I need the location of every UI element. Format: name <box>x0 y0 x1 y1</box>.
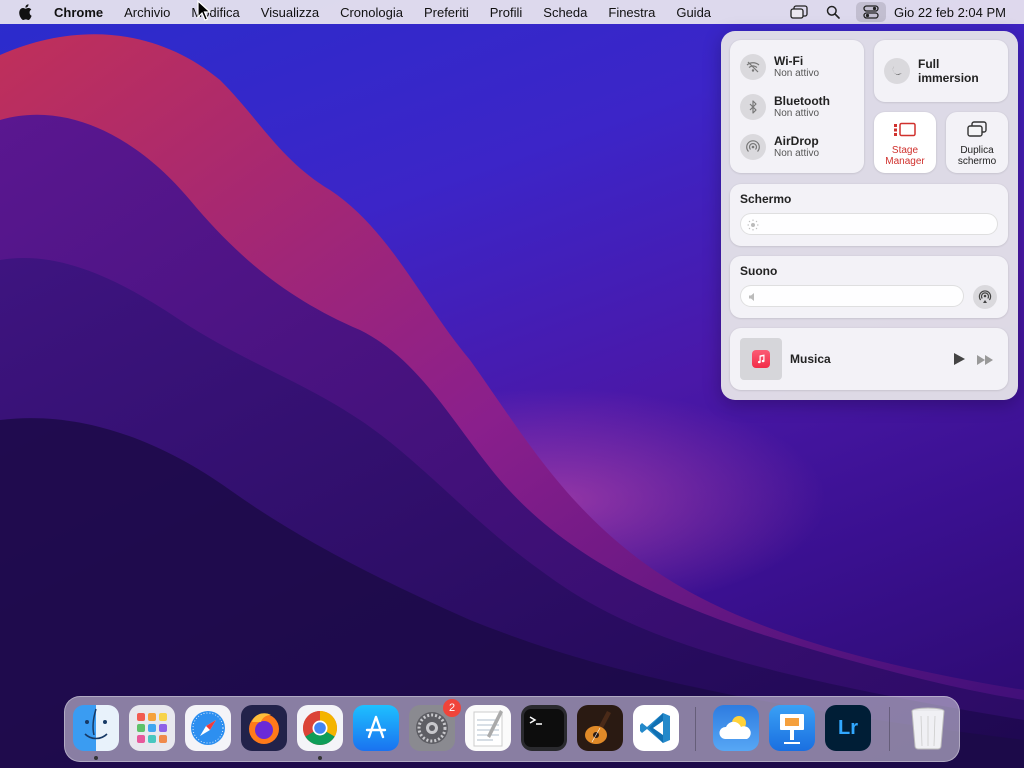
menu-finestra[interactable]: Finestra <box>608 5 655 20</box>
connectivity-tile: Wi-Fi Non attivo Bluetooth Non attivo Ai… <box>730 40 864 173</box>
wifi-status: Non attivo <box>774 68 820 79</box>
dock-vscode-icon[interactable] <box>633 705 679 751</box>
album-art <box>740 338 782 380</box>
dock: 2 Lr <box>64 696 960 762</box>
screen-mirroring-label-2: schermo <box>957 156 997 167</box>
music-app-icon <box>752 350 770 368</box>
lightroom-label: Lr <box>838 716 858 739</box>
dock-finder-icon[interactable] <box>73 705 119 760</box>
sun-icon <box>747 218 759 236</box>
finder-running-indicator <box>94 756 98 760</box>
screen-mirroring-tile[interactable]: Duplica schermo <box>946 112 1008 173</box>
dock-terminal-icon[interactable] <box>521 705 567 751</box>
spotlight-search-icon[interactable] <box>822 2 844 22</box>
airdrop-status: Non attivo <box>774 148 820 159</box>
stage-manager-label-1: Stage <box>891 145 919 156</box>
dock-system-settings-icon[interactable]: 2 <box>409 699 461 751</box>
stage-manager-label-2: Manager <box>885 156 925 167</box>
screen-mirroring-icon <box>966 121 988 143</box>
dock-safari-icon[interactable] <box>185 705 231 751</box>
wifi-off-icon <box>740 54 766 80</box>
sound-title: Suono <box>740 264 778 278</box>
wifi-label: Wi-Fi <box>774 54 804 68</box>
now-playing-tile: Musica <box>730 328 1008 390</box>
chrome-running-indicator <box>318 756 322 760</box>
menu-profili[interactable]: Profili <box>490 5 523 20</box>
dock-textedit-icon[interactable] <box>465 705 511 751</box>
dock-trash-icon[interactable] <box>905 705 951 751</box>
airdrop-icon <box>740 134 766 160</box>
dock-app-store-icon[interactable] <box>353 705 399 751</box>
now-playing-title: Musica <box>790 352 831 366</box>
dock-separator-trash <box>889 707 890 751</box>
dock-launchpad-icon[interactable] <box>129 705 175 751</box>
menu-visualizza[interactable]: Visualizza <box>261 5 319 20</box>
control-center-panel: Wi-Fi Non attivo Bluetooth Non attivo Ai… <box>721 31 1018 400</box>
menu-scheda[interactable]: Scheda <box>543 5 587 20</box>
speaker-icon <box>747 290 759 308</box>
bluetooth-label: Bluetooth <box>774 94 830 108</box>
menu-cronologia[interactable]: Cronologia <box>340 5 403 20</box>
wifi-toggle[interactable]: Wi-Fi Non attivo <box>740 54 819 80</box>
menu-preferiti[interactable]: Preferiti <box>424 5 469 20</box>
display-title: Schermo <box>740 192 792 206</box>
stage-manager-icon <box>893 122 917 143</box>
airdrop-label: AirDrop <box>774 134 819 148</box>
stage-manager-tile[interactable]: Stage Manager <box>874 112 936 173</box>
stage-manager-status-icon[interactable] <box>788 2 810 22</box>
dock-chrome-icon[interactable] <box>297 705 343 760</box>
display-tile: Schermo <box>730 184 1008 246</box>
sound-tile: Suono <box>730 256 1008 318</box>
control-center-icon[interactable] <box>855 2 886 22</box>
focus-label: Full immersion <box>918 57 979 85</box>
menu-archivio[interactable]: Archivio <box>124 5 170 20</box>
dock-separator <box>695 707 696 751</box>
screen-mirroring-label-1: Duplica <box>960 145 994 156</box>
bluetooth-toggle[interactable]: Bluetooth Non attivo <box>740 94 830 120</box>
menu-guida[interactable]: Guida <box>676 5 711 20</box>
apple-menu-icon[interactable] <box>18 4 36 20</box>
dock-garageband-icon[interactable] <box>577 705 623 751</box>
system-settings-badge: 2 <box>443 699 461 717</box>
mouse-pointer-icon <box>197 0 212 27</box>
skip-forward-icon[interactable] <box>976 353 994 371</box>
play-button-icon[interactable] <box>952 352 966 371</box>
dock-lightroom-icon[interactable]: Lr <box>825 705 871 751</box>
airdrop-toggle[interactable]: AirDrop Non attivo <box>740 134 819 160</box>
dock-weather-icon[interactable] <box>713 705 759 751</box>
focus-tile[interactable]: Full immersion <box>874 40 1008 102</box>
bluetooth-icon <box>740 94 766 120</box>
dock-keynote-icon[interactable] <box>769 705 815 751</box>
brightness-slider[interactable] <box>740 213 998 235</box>
bluetooth-status: Non attivo <box>774 108 820 119</box>
dock-firefox-icon[interactable] <box>241 705 287 751</box>
menu-clock[interactable]: Gio 22 feb 2:04 PM <box>894 5 1006 20</box>
airplay-audio-icon[interactable] <box>973 285 997 309</box>
menu-bar: Chrome Archivio Modifica Visualizza Cron… <box>0 0 1024 24</box>
menu-app-name[interactable]: Chrome <box>54 5 103 20</box>
volume-slider[interactable] <box>740 285 964 307</box>
moon-icon <box>884 58 910 84</box>
